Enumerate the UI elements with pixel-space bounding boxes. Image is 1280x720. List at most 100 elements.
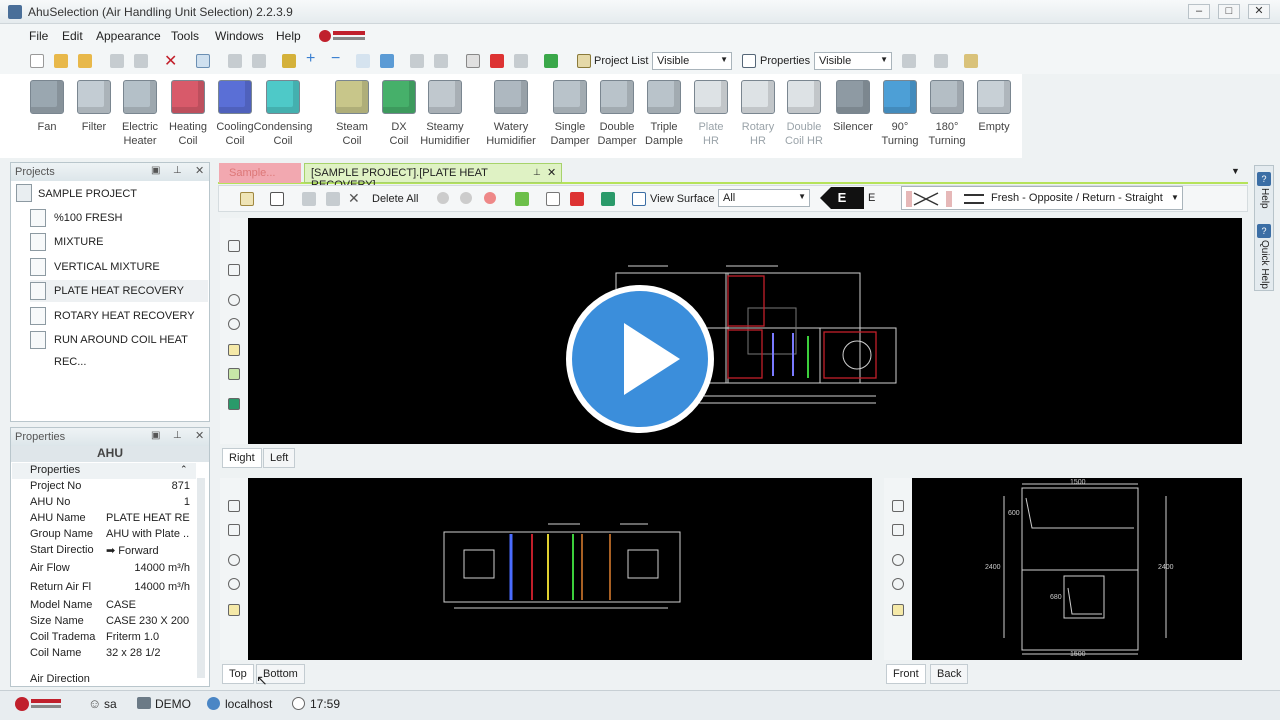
menu-windows[interactable]: Windows: [215, 29, 264, 43]
hand-icon[interactable]: [892, 524, 904, 536]
view-surface-select[interactable]: All ▼: [718, 189, 810, 207]
tab-list-icon[interactable]: ▼: [1231, 166, 1240, 176]
project-item[interactable]: PLATE HEAT RECOVERY: [30, 280, 208, 303]
align-icon[interactable]: [410, 54, 424, 68]
ribbon-item[interactable]: Double Coil HR: [781, 80, 827, 148]
calculate-icon[interactable]: [544, 54, 558, 68]
export-image-icon[interactable]: [228, 398, 240, 410]
property-row[interactable]: Project No 871: [12, 480, 192, 496]
pointer-icon[interactable]: [892, 500, 904, 512]
project-list-select[interactable]: Visible ▼: [652, 52, 732, 70]
pointer-icon[interactable]: [228, 240, 240, 252]
ribbon-item[interactable]: Filter: [71, 80, 117, 134]
menu-file[interactable]: File: [29, 29, 48, 43]
pointer-icon[interactable]: [228, 500, 240, 512]
record-icon[interactable]: [484, 192, 496, 204]
menu-edit[interactable]: Edit: [62, 29, 83, 43]
play-button[interactable]: [566, 285, 714, 433]
project-item[interactable]: MIXTURE: [30, 231, 208, 253]
ribbon-item[interactable]: Silencer: [830, 80, 876, 134]
save-icon[interactable]: [110, 54, 124, 68]
pdf-icon[interactable]: [570, 192, 584, 206]
settings-icon[interactable]: [902, 54, 916, 68]
menu-help[interactable]: Help: [276, 29, 301, 43]
property-row[interactable]: Coil Name 32 x 28 1/2: [12, 647, 192, 663]
properties-scrollbar[interactable]: [197, 478, 205, 678]
pin-icon[interactable]: ⊥: [173, 165, 182, 176]
copy-icon[interactable]: [196, 54, 210, 68]
property-row[interactable]: AHU No 1: [12, 496, 192, 512]
zoom-in-icon[interactable]: [228, 294, 240, 306]
print-preview-icon[interactable]: [252, 54, 266, 68]
property-row[interactable]: Air Direction: [12, 673, 192, 689]
new-icon[interactable]: [30, 54, 44, 68]
zoom-fit-icon[interactable]: [228, 604, 240, 616]
ribbon-item[interactable]: Double Damper: [594, 80, 640, 148]
report-icon[interactable]: [466, 54, 480, 68]
pin-icon[interactable]: ⊥: [173, 430, 182, 441]
property-row[interactable]: Size Name CASE 230 X 200: [12, 615, 192, 631]
property-row[interactable]: Model Name CASE: [12, 599, 192, 615]
zoom-in-icon[interactable]: [228, 554, 240, 566]
ribbon-item[interactable]: Condensing Coil: [251, 80, 315, 148]
ribbon-item[interactable]: Single Damper: [547, 80, 593, 148]
export-pdf-icon[interactable]: [490, 54, 504, 68]
zoom-out-icon[interactable]: [228, 318, 240, 330]
export-icon[interactable]: [514, 54, 528, 68]
delete-all-button[interactable]: Delete All: [372, 193, 418, 205]
hand-icon[interactable]: [228, 264, 240, 276]
ribbon-item[interactable]: Steam Coil: [329, 80, 375, 148]
doc-properties-icon[interactable]: [240, 192, 254, 206]
circle-icon[interactable]: [460, 192, 472, 204]
window-icon[interactable]: ▣: [151, 430, 160, 441]
property-row[interactable]: AHU Name PLATE HEAT RE...: [12, 512, 192, 528]
print-icon[interactable]: [228, 54, 242, 68]
project-item[interactable]: VERTICAL MIXTURE: [30, 256, 208, 278]
delete-icon[interactable]: ✕: [164, 51, 177, 71]
image-export-icon[interactable]: [601, 192, 615, 206]
window-icon[interactable]: ▣: [151, 165, 160, 176]
zoom-out-icon[interactable]: [892, 578, 904, 590]
project-item[interactable]: ROTARY HEAT RECOVERY: [30, 305, 208, 327]
tab-left[interactable]: Left: [263, 448, 296, 468]
close-icon[interactable]: ✕: [547, 166, 556, 179]
about-icon[interactable]: [964, 54, 978, 68]
fit-icon[interactable]: [270, 192, 284, 206]
top-view-canvas[interactable]: [248, 478, 872, 660]
ribbon-item[interactable]: Watery Humidifier: [479, 80, 543, 148]
property-row[interactable]: Coil Tradema Friterm 1.0: [12, 631, 192, 647]
project-item[interactable]: %100 FRESH: [30, 207, 208, 229]
property-row[interactable]: Group Name AHU with Plate ...: [12, 528, 192, 544]
right-view-canvas[interactable]: [248, 218, 1242, 444]
ribbon-item[interactable]: Electric Heater: [117, 80, 163, 148]
document-icon[interactable]: [546, 192, 560, 206]
tab-top[interactable]: Top: [222, 664, 254, 684]
add-icon[interactable]: +: [306, 50, 315, 68]
refresh-icon[interactable]: [515, 192, 529, 206]
sort-icon[interactable]: [434, 54, 448, 68]
circle-icon[interactable]: [437, 192, 449, 204]
tab-plate-heat-recovery[interactable]: [SAMPLE PROJECT].[PLATE HEAT RECOVERY] ⊥…: [304, 163, 562, 191]
close-button[interactable]: ✕: [1248, 4, 1270, 19]
menu-tools[interactable]: Tools: [171, 29, 199, 43]
chart-icon[interactable]: [934, 54, 948, 68]
zoom-fit-icon[interactable]: [228, 344, 240, 356]
property-row[interactable]: Start Directio ➡ Forward: [12, 544, 192, 560]
project-item[interactable]: RUN AROUND COIL HEAT REC...: [30, 329, 208, 368]
ribbon-item[interactable]: 90° Turning: [877, 80, 923, 148]
ribbon-item[interactable]: Triple Dample: [641, 80, 687, 148]
collapse-icon[interactable]: ⌃: [180, 464, 188, 475]
property-row[interactable]: Air Flow 14000 m³/h: [12, 562, 192, 578]
tab-back[interactable]: Back: [930, 664, 969, 684]
ribbon-item[interactable]: 180° Turning: [924, 80, 970, 148]
property-row[interactable]: Return Air Fl 14000 m³/h: [12, 581, 192, 597]
ribbon-item[interactable]: Rotary HR: [735, 80, 781, 148]
zoom-in-icon[interactable]: [892, 554, 904, 566]
insert-icon[interactable]: [380, 54, 394, 68]
zoom-out-icon[interactable]: [228, 578, 240, 590]
zoom-fit-icon[interactable]: [892, 604, 904, 616]
open-icon[interactable]: [54, 54, 68, 68]
properties-select[interactable]: Visible ▼: [814, 52, 892, 70]
menu-appearance[interactable]: Appearance: [96, 29, 161, 43]
close-icon[interactable]: ✕: [195, 164, 204, 177]
